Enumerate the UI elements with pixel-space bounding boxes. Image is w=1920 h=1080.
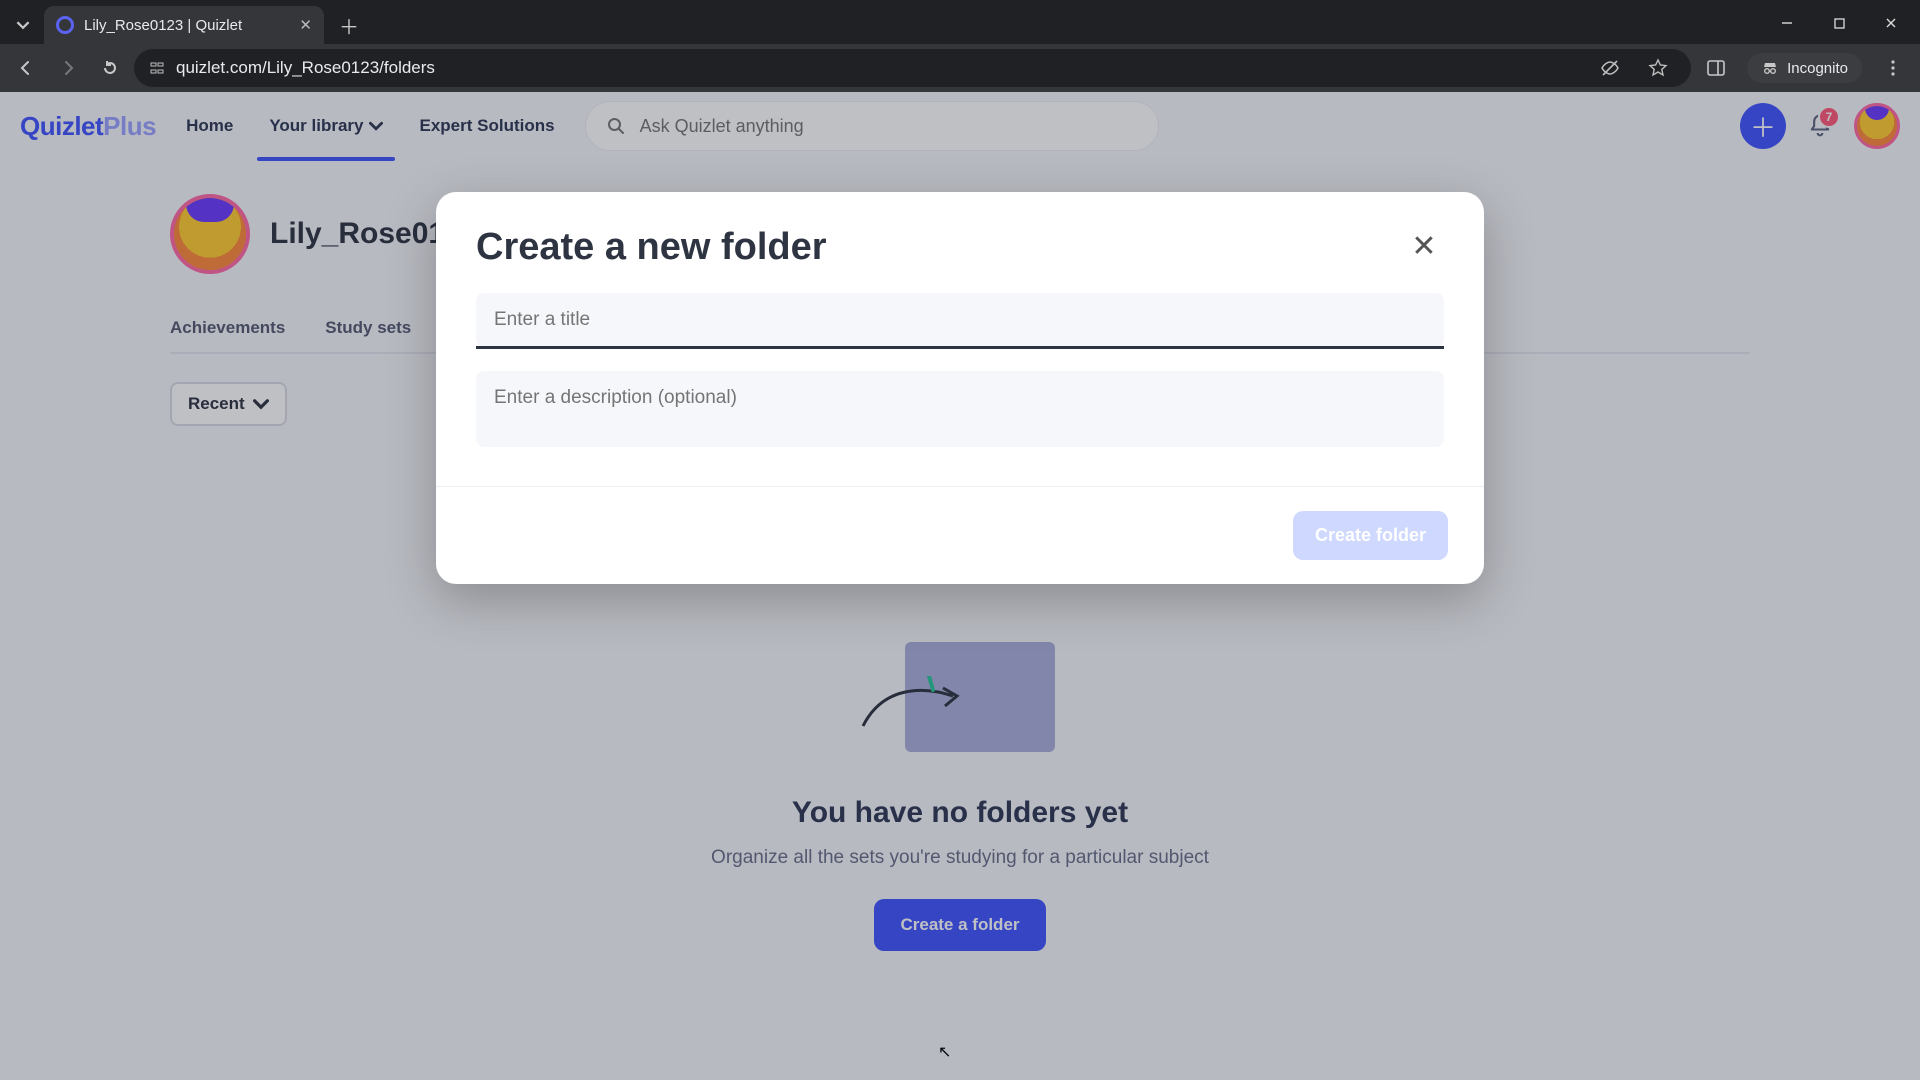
forward-button[interactable] xyxy=(50,50,86,86)
browser-tab[interactable]: Lily_Rose0123 | Quizlet ✕ xyxy=(44,6,324,44)
maximize-button[interactable] xyxy=(1814,6,1864,40)
modal-overlay[interactable]: Create a new folder ✕ Create folder xyxy=(0,92,1920,1080)
tab-close-icon[interactable]: ✕ xyxy=(299,16,312,34)
url-text: quizlet.com/Lily_Rose0123/folders xyxy=(176,58,1581,78)
url-field[interactable]: quizlet.com/Lily_Rose0123/folders xyxy=(134,49,1691,87)
tab-title: Lily_Rose0123 | Quizlet xyxy=(84,17,289,34)
close-modal-button[interactable]: ✕ xyxy=(1404,226,1444,266)
reload-button[interactable] xyxy=(92,50,128,86)
incognito-chip[interactable]: Incognito xyxy=(1747,53,1862,83)
browser-menu-icon[interactable] xyxy=(1874,49,1912,87)
browser-tab-strip: Lily_Rose0123 | Quizlet ✕ ＋ xyxy=(0,0,1920,44)
folder-title-input[interactable] xyxy=(476,293,1444,347)
window-controls xyxy=(1762,6,1916,40)
address-bar: quizlet.com/Lily_Rose0123/folders Incogn… xyxy=(0,44,1920,92)
new-tab-button[interactable]: ＋ xyxy=(332,8,366,42)
bookmark-star-icon[interactable] xyxy=(1639,49,1677,87)
modal-title: Create a new folder xyxy=(476,226,1404,269)
incognito-label: Incognito xyxy=(1787,60,1848,77)
tab-favicon-icon xyxy=(56,16,74,34)
side-panel-icon[interactable] xyxy=(1697,49,1735,87)
folder-description-input[interactable] xyxy=(476,371,1444,447)
submit-create-folder-button[interactable]: Create folder xyxy=(1293,511,1448,560)
site-settings-icon[interactable] xyxy=(148,59,166,77)
minimize-button[interactable] xyxy=(1762,6,1812,40)
eye-off-icon[interactable] xyxy=(1591,49,1629,87)
incognito-icon xyxy=(1761,59,1779,77)
create-folder-modal: Create a new folder ✕ Create folder xyxy=(436,192,1484,584)
back-button[interactable] xyxy=(8,50,44,86)
tabs-dropdown[interactable] xyxy=(8,10,38,40)
close-window-button[interactable] xyxy=(1866,6,1916,40)
